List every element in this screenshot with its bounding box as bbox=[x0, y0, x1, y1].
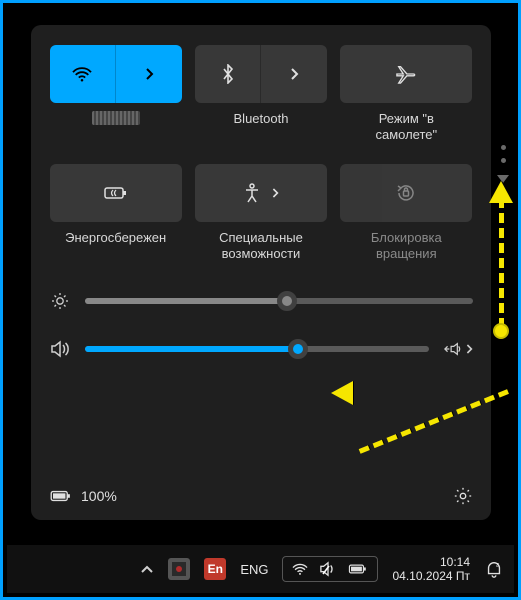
accessibility-tile[interactable] bbox=[195, 164, 327, 222]
volume-icon bbox=[49, 340, 71, 358]
rotation-lock-tile[interactable] bbox=[340, 164, 472, 222]
wifi-icon bbox=[71, 65, 93, 83]
notifications-button[interactable]: z bbox=[484, 559, 504, 579]
battery-icon bbox=[49, 488, 73, 504]
chevron-right-icon bbox=[289, 67, 299, 81]
tray-overflow-button[interactable] bbox=[140, 564, 154, 574]
annotation-line bbox=[499, 198, 504, 328]
battery-saver-icon bbox=[103, 184, 129, 202]
rotation-lock-icon bbox=[395, 183, 417, 203]
volume-output-button[interactable] bbox=[443, 341, 473, 357]
panel-footer: 100% bbox=[49, 486, 473, 506]
taskbar-clock[interactable]: 10:14 04.10.2024 Пт bbox=[392, 555, 470, 584]
volume-icon bbox=[319, 561, 337, 577]
wifi-tile-group bbox=[49, 45, 182, 144]
overflow-dot bbox=[501, 158, 506, 163]
tray-app-icon[interactable] bbox=[168, 558, 190, 580]
airplane-icon bbox=[395, 64, 417, 84]
language-indicator[interactable]: ENG bbox=[240, 562, 268, 577]
brightness-slider[interactable] bbox=[85, 298, 473, 304]
battery-saver-tile-group: Энергосбережен bbox=[49, 164, 182, 263]
wifi-toggle[interactable] bbox=[50, 45, 116, 103]
accessibility-icon bbox=[243, 183, 261, 203]
bluetooth-icon bbox=[221, 64, 235, 84]
airplane-label: Режим "в самолете" bbox=[375, 111, 437, 144]
airplane-tile[interactable] bbox=[340, 45, 472, 103]
battery-icon bbox=[347, 562, 369, 576]
clock-time: 10:14 bbox=[440, 555, 470, 569]
chevron-right-icon bbox=[465, 343, 473, 355]
quick-settings-panel: Bluetooth Режим "в самолете" bbox=[31, 25, 491, 520]
clock-date: 04.10.2024 Пт bbox=[392, 569, 470, 583]
settings-button[interactable] bbox=[453, 486, 473, 506]
bluetooth-toggle[interactable] bbox=[195, 45, 261, 103]
sliders-section bbox=[49, 292, 473, 358]
brightness-slider-row bbox=[49, 292, 473, 310]
battery-saver-tile[interactable] bbox=[50, 164, 182, 222]
wifi-label-redacted bbox=[92, 111, 140, 125]
svg-text:z: z bbox=[496, 561, 499, 568]
overflow-dot bbox=[501, 145, 506, 150]
accessibility-tile-group: Специальные возможности bbox=[194, 164, 327, 263]
chevron-right-icon bbox=[144, 67, 154, 81]
input-indicator-text: En bbox=[208, 562, 223, 576]
airplane-tile-group: Режим "в самолете" bbox=[340, 45, 473, 144]
battery-text: 100% bbox=[81, 488, 117, 504]
panel-overflow-controls[interactable] bbox=[497, 145, 509, 183]
system-tray-group[interactable] bbox=[282, 556, 378, 582]
volume-slider[interactable] bbox=[85, 346, 429, 352]
audio-output-icon bbox=[443, 341, 461, 357]
volume-slider-row bbox=[49, 340, 473, 358]
battery-saver-label: Энергосбережен bbox=[65, 230, 166, 246]
bluetooth-tile-group: Bluetooth bbox=[194, 45, 327, 144]
bluetooth-label: Bluetooth bbox=[234, 111, 289, 127]
chevron-right-icon bbox=[271, 187, 279, 199]
wifi-tile[interactable] bbox=[50, 45, 182, 103]
rotation-lock-label: Блокировка вращения bbox=[371, 230, 442, 263]
chevron-down-icon bbox=[497, 175, 509, 183]
bluetooth-expand[interactable] bbox=[260, 45, 327, 103]
wifi-expand[interactable] bbox=[115, 45, 182, 103]
wifi-icon bbox=[291, 562, 309, 576]
tiles-grid: Bluetooth Режим "в самолете" bbox=[49, 45, 473, 262]
bluetooth-tile[interactable] bbox=[195, 45, 327, 103]
taskbar: En ENG 10:14 04.10.2024 Пт z bbox=[7, 545, 514, 593]
accessibility-label: Специальные возможности bbox=[219, 230, 303, 263]
battery-status[interactable]: 100% bbox=[49, 488, 117, 504]
input-indicator-badge[interactable]: En bbox=[204, 558, 226, 580]
rotation-lock-tile-group: Блокировка вращения bbox=[340, 164, 473, 263]
brightness-icon bbox=[49, 292, 71, 310]
